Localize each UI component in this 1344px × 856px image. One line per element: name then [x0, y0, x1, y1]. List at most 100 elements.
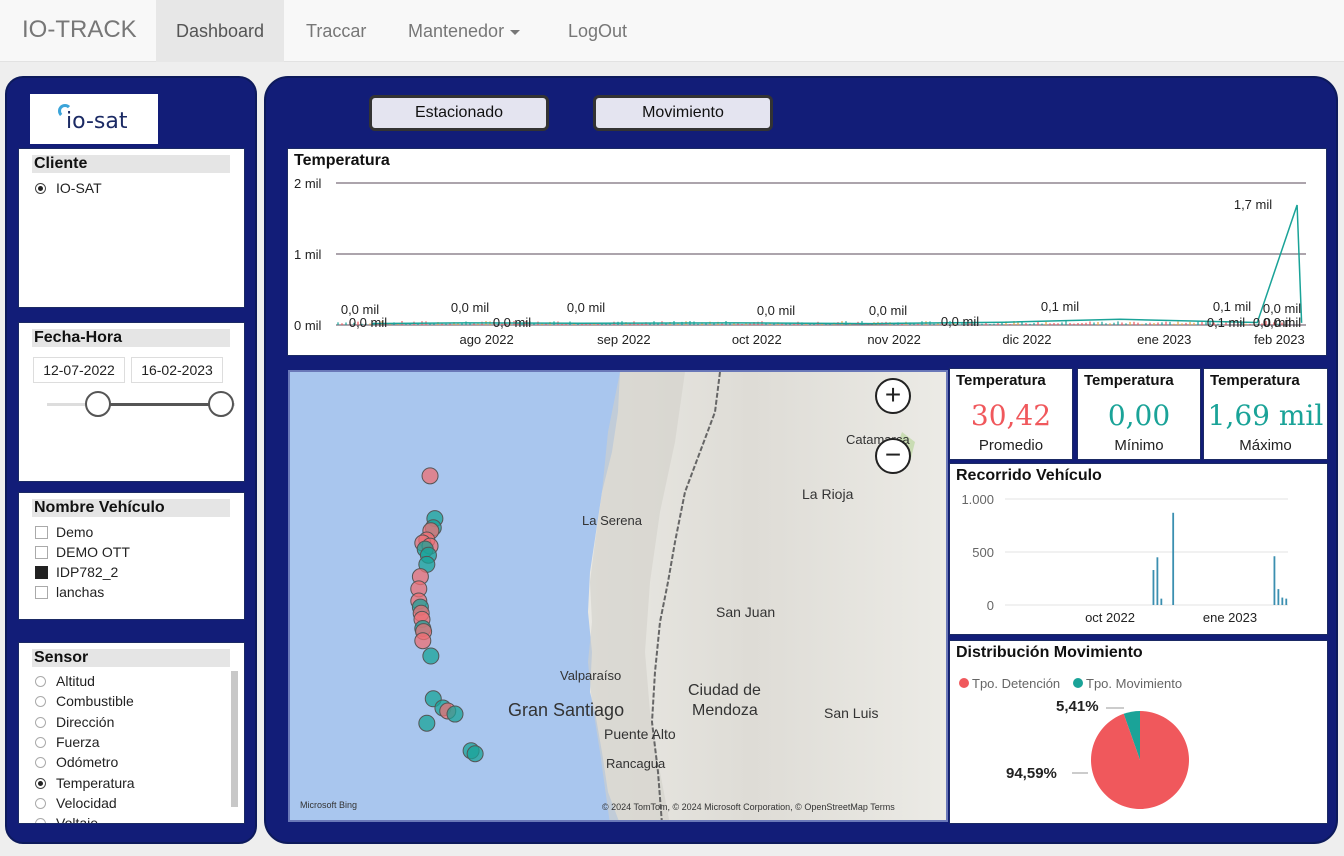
nav-mantenedor[interactable]: Mantenedor [388, 0, 540, 62]
temperatura-data-label: 0,0 mil [493, 315, 531, 330]
radio-icon [35, 818, 46, 823]
recorrido-y-tick: 0 [987, 598, 994, 613]
map-label-gran-santiago: Gran Santiago [508, 700, 625, 720]
estacionado-button[interactable]: Estacionado [369, 95, 549, 131]
recorrido-bar [1156, 557, 1159, 605]
kpi-promedio-card: Temperatura 30,42 Promedio [949, 368, 1073, 460]
radio-icon [35, 737, 46, 748]
sensor-option-voltaje[interactable]: Voltaje [35, 814, 99, 824]
temperatura-data-label: 0,1 mil [1207, 315, 1245, 330]
vehiculo-slicer: Nombre Vehículo Demo DEMO OTT IDP782_2 l… [18, 492, 245, 620]
vehiculo-title: Nombre Vehículo [32, 499, 230, 517]
sensor-option-label: Fuerza [56, 734, 100, 750]
map-label-puente-alto: Puente Alto [604, 726, 676, 742]
fecha-title: Fecha-Hora [32, 329, 230, 347]
io-sat-logo: io-sat [30, 94, 158, 144]
checkbox-icon [35, 546, 48, 559]
movimiento-button[interactable]: Movimiento [593, 95, 773, 131]
sensor-option-temperatura[interactable]: Temperatura [35, 774, 135, 792]
temperatura-data-label: 0,1 mil [1213, 299, 1251, 314]
kpi-maximo-label: Máximo [1239, 437, 1292, 454]
brand-logo[interactable]: IO-TRACK [22, 16, 137, 44]
map-point-marker[interactable] [414, 632, 432, 650]
zoom-out-button[interactable]: − [875, 438, 911, 474]
map-point-marker[interactable] [466, 745, 484, 763]
legend-movimiento-label: Tpo. Movimiento [1086, 676, 1182, 691]
start-date-input[interactable]: 12-07-2022 [33, 357, 125, 383]
sensor-option-odometro[interactable]: Odómetro [35, 753, 118, 771]
map-view[interactable]: Catamarca La Rioja La Serena San Juan Va… [288, 370, 948, 822]
vehiculo-option-label: DEMO OTT [56, 544, 130, 560]
date-slider-start-handle[interactable] [85, 391, 111, 417]
distribucion-pie-chart: Tpo. Detención Tpo. Movimiento 5,41% 94,… [959, 676, 1189, 809]
sensor-option-combustible[interactable]: Combustible [35, 692, 134, 710]
end-date-input[interactable]: 16-02-2023 [131, 357, 223, 383]
checkbox-checked-icon [35, 566, 48, 579]
sensor-option-label: Combustible [56, 693, 134, 709]
nav-logout[interactable]: LogOut [548, 0, 647, 62]
distribucion-chart-card: Distribución Movimiento Tpo. Detención T… [949, 640, 1328, 824]
temperatura-y-tick: 0 mil [294, 318, 322, 333]
checkbox-icon [35, 526, 48, 539]
temperatura-x-tick: feb 2023 [1254, 332, 1305, 347]
recorrido-bar [1285, 598, 1288, 605]
vehiculo-option-idp782-2[interactable]: IDP782_2 [35, 563, 118, 581]
chevron-down-icon [510, 29, 521, 35]
nav-traccar[interactable]: Traccar [286, 0, 386, 62]
recorrido-x-tick: ene 2023 [1203, 610, 1257, 625]
nav-dashboard[interactable]: Dashboard [156, 0, 285, 62]
kpi-minimo-card: Temperatura 0,00 Mínimo [1077, 368, 1201, 460]
temperatura-data-label: 0,0 mil [567, 300, 605, 315]
pie-label-movimiento: 5,41% [1056, 698, 1099, 715]
map-point-marker[interactable] [418, 714, 436, 732]
kpi-title: Temperatura [1210, 372, 1300, 389]
map-label-la-rioja: La Rioja [802, 486, 854, 502]
radio-icon [35, 757, 46, 768]
vehiculo-option-demo[interactable]: Demo [35, 523, 93, 541]
kpi-title: Temperatura [956, 372, 1046, 389]
temperatura-data-label: 0,0 mil [451, 300, 489, 315]
temperatura-x-tick: dic 2022 [1002, 332, 1051, 347]
map-point-marker[interactable] [446, 705, 464, 723]
recorrido-y-tick: 1.000 [961, 492, 994, 507]
vehiculo-option-lanchas[interactable]: lanchas [35, 583, 104, 601]
sensor-option-fuerza[interactable]: Fuerza [35, 733, 100, 751]
sensor-option-velocidad[interactable]: Velocidad [35, 794, 117, 812]
temperatura-x-tick: nov 2022 [867, 332, 921, 347]
map-label-la-serena: La Serena [582, 513, 642, 528]
sensor-option-label: Voltaje [56, 815, 99, 824]
temperatura-data-label: 0,0 mil [349, 315, 387, 330]
legend-movimiento-swatch [1073, 678, 1083, 688]
radio-icon [35, 676, 46, 687]
cliente-slicer: Cliente IO-SAT [18, 148, 245, 308]
radio-icon [35, 717, 46, 728]
radio-selected-icon [35, 183, 46, 194]
sensor-option-direccion[interactable]: Dirección [35, 713, 114, 731]
map-label-san-juan: San Juan [716, 604, 776, 620]
recorrido-bar [1281, 597, 1284, 605]
map-point-marker[interactable] [422, 647, 440, 665]
temperatura-y-tick: 2 mil [294, 176, 322, 191]
date-slider-end-handle[interactable] [208, 391, 234, 417]
map-label-rancagua: Rancagua [606, 756, 666, 771]
recorrido-chart-card: Recorrido Vehículo 0 500 1.000 oct 2022 ene… [949, 463, 1328, 635]
cliente-option-io-sat[interactable]: IO-SAT [35, 179, 102, 197]
kpi-promedio-value: 30,42 [970, 399, 1052, 432]
map-attribution[interactable]: © 2024 TomTom, © 2024 Microsoft Corporat… [602, 802, 895, 812]
temperatura-x-tick: ene 2023 [1137, 332, 1191, 347]
cliente-title: Cliente [32, 155, 230, 173]
sensor-option-label: Dirección [56, 714, 115, 730]
temperatura-peak-label: 1,7 mil [1234, 197, 1272, 212]
recorrido-bar [1160, 598, 1163, 605]
recorrido-bar [1277, 589, 1280, 605]
sensor-scrollbar[interactable] [231, 671, 238, 807]
temperatura-data-label: 0,0 mil [1253, 315, 1291, 330]
map-label-mendoza: Mendoza [692, 702, 758, 719]
map-point-marker[interactable] [421, 467, 439, 485]
sensor-option-altitud[interactable]: Altitud [35, 672, 95, 690]
map-label-san-luis: San Luis [824, 705, 879, 721]
temperatura-chart-card: Temperatura 0 mil 1 mil 2 mil ago 2022 sep … [287, 148, 1327, 356]
vehiculo-option-demo-ott[interactable]: DEMO OTT [35, 543, 130, 561]
pie-slice-detencion[interactable] [1091, 711, 1189, 809]
zoom-in-button[interactable]: + [875, 378, 911, 414]
